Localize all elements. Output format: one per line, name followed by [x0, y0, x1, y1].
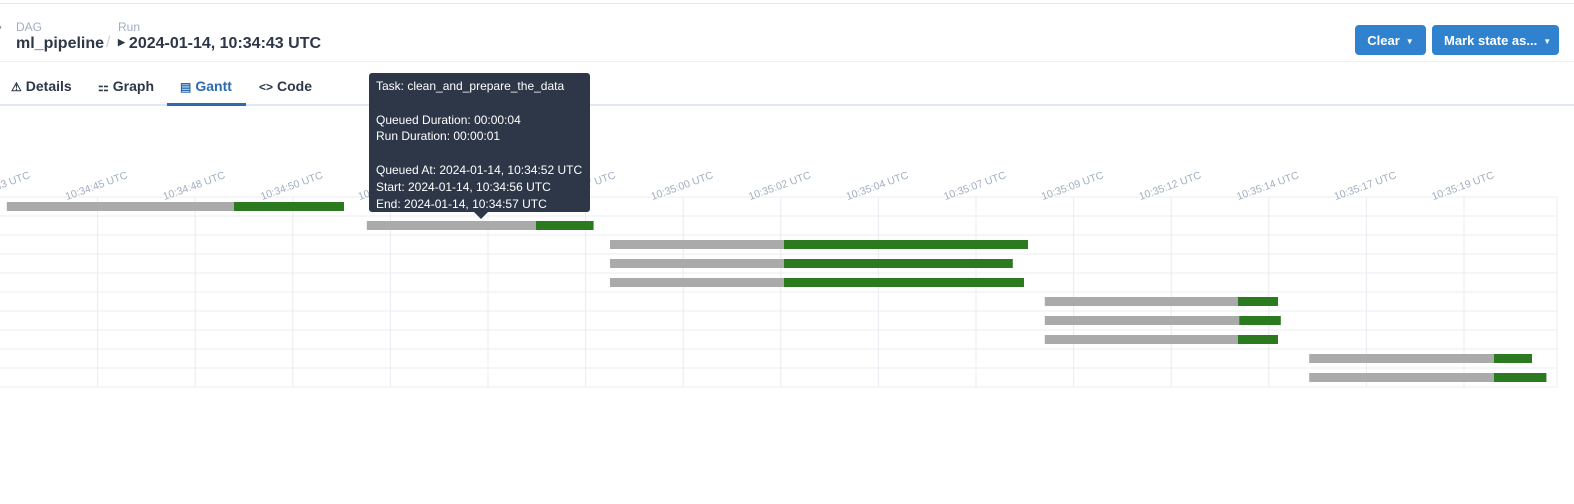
gantt-running-segment[interactable] — [784, 259, 1013, 268]
tab-label: Gantt — [195, 78, 232, 94]
tab-bar: ⚠ Details ⚏ Graph ▤ Gantt <> Code — [0, 68, 1574, 106]
breadcrumb-separator: / — [106, 34, 111, 51]
gantt-task-bar[interactable] — [1044, 297, 1278, 306]
gantt-tick-label: 10:35:00 UTC — [649, 169, 715, 203]
gantt-tick-label: 10:34:48 UTC — [161, 169, 227, 203]
tooltip-arrow — [474, 212, 488, 219]
gantt-queued-segment[interactable] — [1044, 297, 1238, 306]
gantt-task-bar[interactable] — [1044, 335, 1278, 344]
chevron-down-icon: ▼ — [1543, 36, 1552, 46]
gantt-queued-segment[interactable] — [1044, 335, 1238, 344]
tooltip-run-duration: Run Duration: 00:00:01 — [376, 129, 501, 144]
active-tab-indicator — [167, 103, 246, 106]
gantt-queued-segment[interactable] — [610, 278, 784, 287]
clear-label: Clear — [1367, 32, 1400, 48]
gantt-queued-segment[interactable] — [366, 221, 536, 230]
tooltip-end: End: 2024-01-14, 10:34:57 UTC — [376, 196, 547, 211]
run-value-wrap: ▶ 2024-01-14, 10:34:43 UTC — [118, 34, 321, 55]
gantt-tick-label: 10:35:14 UTC — [1235, 169, 1301, 203]
tab-gantt[interactable]: ▤ Gantt — [180, 78, 232, 94]
tab-details[interactable]: ⚠ Details — [11, 78, 72, 94]
tooltip-task: Task: clean_and_prepare_the_data — [376, 79, 565, 93]
top-border — [0, 3, 1574, 4]
gantt-task-bar[interactable] — [1044, 316, 1281, 325]
gantt-tick-label: 10:35:02 UTC — [747, 169, 813, 203]
gantt-running-segment[interactable] — [784, 278, 1024, 287]
gantt-queued-segment[interactable] — [6, 202, 234, 211]
chevron-down-icon: ▼ — [1405, 36, 1414, 46]
gantt-task-bar[interactable] — [610, 259, 1013, 268]
breadcrumb-dag[interactable]: DAG ml_pipeline — [16, 20, 104, 54]
dag-label: DAG — [16, 20, 43, 34]
gantt-running-segment[interactable] — [1238, 297, 1278, 306]
run-label: Run — [118, 20, 141, 34]
gantt-task-bar[interactable] — [6, 202, 344, 211]
gantt-tick-label: 10:35:17 UTC — [1333, 169, 1399, 203]
expand-sidebar-icon[interactable]: » — [0, 18, 2, 34]
tab-label: Code — [277, 78, 313, 94]
gantt-tick-label: 10:35:19 UTC — [1430, 169, 1496, 203]
tooltip-start: Start: 2024-01-14, 10:34:56 UTC — [376, 179, 551, 194]
mark-state-button[interactable]: Mark state as... ▼ — [1432, 25, 1559, 55]
mark-state-label: Mark state as... — [1444, 32, 1538, 48]
gantt-queued-segment[interactable] — [610, 259, 784, 268]
gantt-queued-segment[interactable] — [610, 240, 784, 249]
code-icon: <> — [259, 80, 274, 94]
gantt-tick-label: 10:35:07 UTC — [942, 169, 1008, 203]
header-divider — [0, 61, 1574, 62]
tab-label: Graph — [112, 78, 154, 94]
tab-code[interactable]: <> Code — [259, 78, 312, 94]
breadcrumb-run[interactable]: Run ▶ 2024-01-14, 10:34:43 UTC — [118, 20, 321, 55]
gantt-tick-label: 10:35:12 UTC — [1137, 169, 1203, 203]
tooltip-queued-duration: Queued Duration: 00:00:04 — [376, 112, 521, 127]
gantt-running-segment[interactable] — [1239, 316, 1281, 325]
gantt-task-bar[interactable] — [1309, 354, 1532, 363]
tab-label: Details — [25, 78, 72, 94]
gantt-running-segment[interactable] — [1494, 373, 1547, 382]
tab-graph[interactable]: ⚏ Graph — [98, 78, 154, 94]
gantt-running-segment[interactable] — [234, 202, 344, 211]
gantt-running-segment[interactable] — [784, 240, 1028, 249]
gantt-task-bar[interactable] — [366, 221, 594, 230]
warning-triangle-icon: ⚠ — [11, 80, 22, 94]
run-play-icon: ▶ — [118, 37, 125, 47]
dag-name[interactable]: ml_pipeline — [16, 34, 104, 54]
gantt-running-segment[interactable] — [1238, 335, 1278, 344]
gantt-tick-label: 10:34:43 UTC — [0, 169, 32, 203]
run-timestamp: 2024-01-14, 10:34:43 UTC — [128, 35, 322, 52]
gantt-chart: 10:34:43 UTC 10:34:45 UTC 10:34:48 UTC 10:3… — [0, 169, 1558, 388]
gantt-icon: ▤ — [180, 80, 192, 94]
gantt-tick-label: 10:34:45 UTC — [64, 169, 130, 203]
graph-icon: ⚏ — [98, 80, 109, 94]
gantt-queued-segment[interactable] — [1309, 354, 1494, 363]
gantt-task-bar[interactable] — [610, 278, 1024, 287]
gantt-tick-label: 10:35:04 UTC — [845, 169, 911, 203]
gantt-tick-label: 10:35:09 UTC — [1040, 169, 1106, 203]
gantt-task-bar[interactable] — [610, 240, 1028, 249]
clear-button[interactable]: Clear ▼ — [1355, 25, 1426, 55]
gantt-running-segment[interactable] — [1494, 354, 1532, 363]
tooltip-queued-at: Queued At: 2024-01-14, 10:34:52 UTC — [376, 162, 583, 177]
gantt-queued-segment[interactable] — [1044, 316, 1240, 325]
gantt-task-bar[interactable] — [1309, 373, 1547, 382]
task-tooltip: Task: clean_and_prepare_the_data Queued … — [369, 73, 590, 212]
gantt-queued-segment[interactable] — [1309, 373, 1494, 382]
gantt-tick-label: 10:34:50 UTC — [259, 169, 325, 203]
gantt-running-segment[interactable] — [536, 221, 594, 230]
